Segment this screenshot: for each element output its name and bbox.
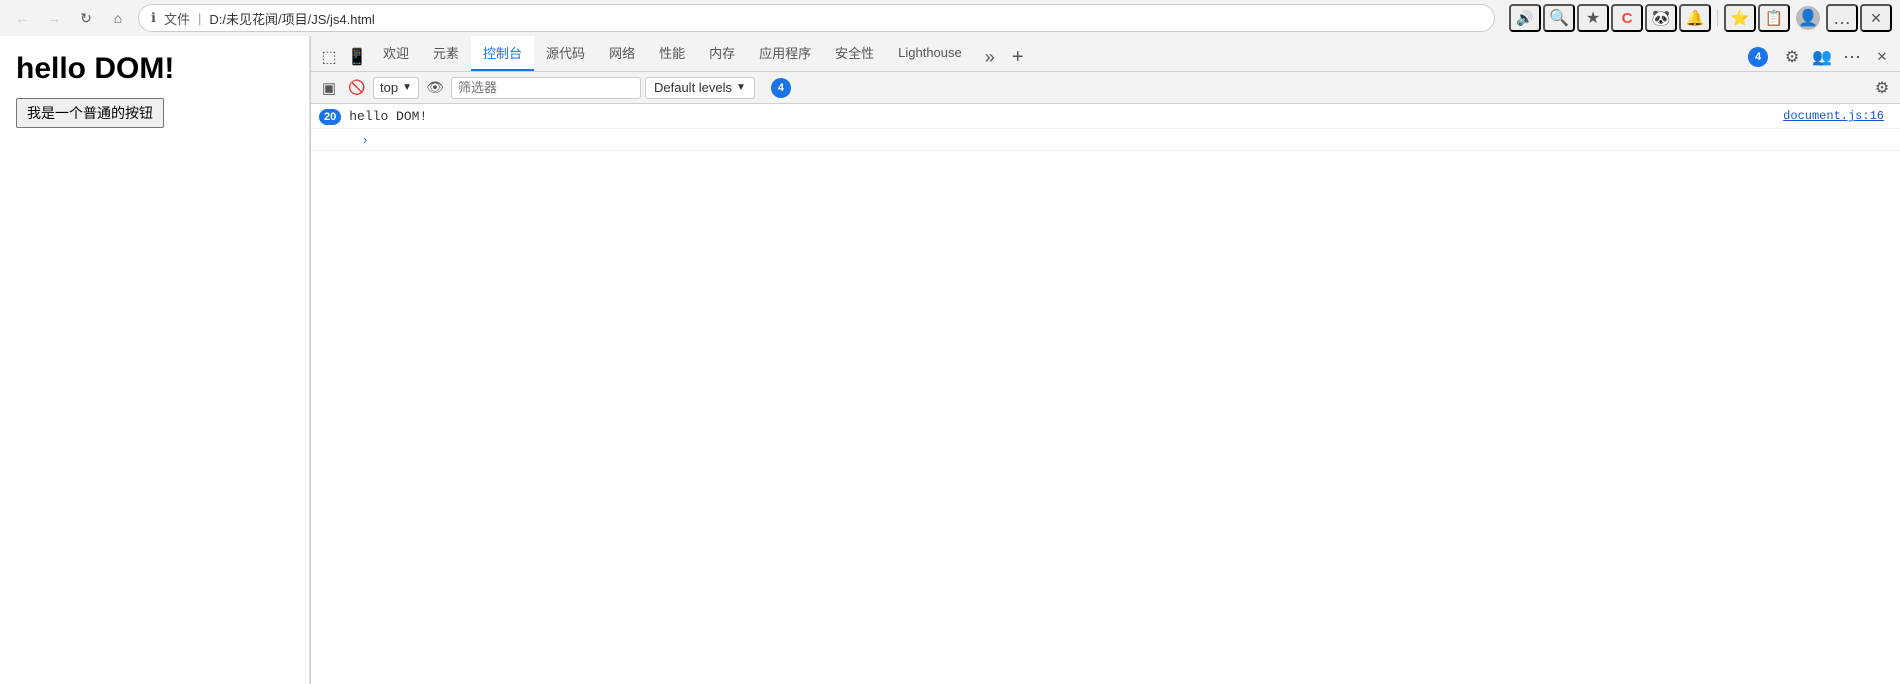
- tab-performance[interactable]: 性能: [647, 36, 697, 71]
- default-levels-button[interactable]: Default levels ▼: [645, 77, 755, 99]
- tab-welcome[interactable]: 欢迎: [371, 36, 421, 71]
- tab-memory[interactable]: 内存: [697, 36, 747, 71]
- default-levels-arrow: ▼: [736, 82, 746, 93]
- device-emulation-button[interactable]: 📱: [343, 43, 371, 71]
- title-bar-actions: 🔊 🔍 ★ C 🐼 🔔 ⭐ 📋 👤 … ✕: [1509, 4, 1892, 32]
- console-eye-button[interactable]: 👁: [423, 76, 447, 100]
- console-settings-button[interactable]: ⚙: [1870, 76, 1894, 100]
- close-button[interactable]: ✕: [1860, 4, 1892, 32]
- top-frame-arrow: ▼: [402, 82, 412, 93]
- log-count-badge: 20: [319, 109, 341, 125]
- page-content: hello DOM! 我是一个普通的按钮: [0, 36, 310, 684]
- collections-button[interactable]: 📋: [1758, 4, 1790, 32]
- reload-button[interactable]: ↻: [72, 4, 100, 32]
- profile-avatar[interactable]: 👤: [1792, 4, 1824, 32]
- tab-security[interactable]: 安全性: [823, 36, 886, 71]
- console-output: 20 hello DOM! document.js:16 ›: [311, 104, 1900, 684]
- page-heading: hello DOM!: [16, 52, 293, 86]
- log-entry: 20 hello DOM! document.js:16: [311, 104, 1900, 129]
- devtools-tabs: ⬚ 📱 欢迎 元素 控制台 源代码 网络 性能: [311, 36, 1900, 72]
- default-levels-label: Default levels: [654, 80, 732, 95]
- title-bar: ← → ↻ ⌂ ℹ 文件 | D:/未见花闻/项目/JS/js4.html 🔊 …: [0, 0, 1900, 36]
- log-chevron-row: ›: [311, 129, 1900, 151]
- console-filter-input[interactable]: [451, 77, 641, 99]
- issues-badge-button[interactable]: 4: [1740, 45, 1776, 69]
- file-label: 文件: [164, 9, 190, 28]
- favorites-bar-button[interactable]: ⭐: [1724, 4, 1756, 32]
- tab-elements[interactable]: 元素: [421, 36, 471, 71]
- console-issues-button[interactable]: 4: [763, 76, 799, 100]
- tab-lighthouse[interactable]: Lighthouse: [886, 36, 974, 71]
- issues-badge: 4: [1748, 47, 1768, 67]
- avatar: 👤: [1796, 6, 1820, 30]
- clear-console-button[interactable]: 🚫: [345, 76, 369, 100]
- add-tab-button[interactable]: +: [1004, 43, 1032, 71]
- console-toolbar: ▣ 🚫 top ▼ 👁 Default levels ▼ 4 ⚙: [311, 72, 1900, 104]
- log-text: hello DOM!: [349, 107, 1783, 124]
- devtools-people-button[interactable]: 👥: [1808, 43, 1836, 71]
- brand-c-button[interactable]: C: [1611, 4, 1643, 32]
- divider: [1717, 9, 1718, 27]
- nav-buttons: ← → ↻ ⌂: [8, 4, 132, 32]
- console-badge: 4: [771, 78, 791, 98]
- search-button[interactable]: 🔍: [1543, 4, 1575, 32]
- address-url: D:/未见花闻/项目/JS/js4.html: [209, 9, 1482, 28]
- address-bar[interactable]: ℹ 文件 | D:/未见花闻/项目/JS/js4.html: [138, 4, 1495, 32]
- page-button[interactable]: 我是一个普通的按钮: [16, 98, 164, 128]
- back-button[interactable]: ←: [8, 4, 36, 32]
- main-layout: hello DOM! 我是一个普通的按钮 ⬚ 📱 欢迎 元素 控制台: [0, 36, 1900, 684]
- address-separator: |: [198, 11, 201, 26]
- home-button[interactable]: ⌂: [104, 4, 132, 32]
- devtools-panel: ⬚ 📱 欢迎 元素 控制台 源代码 网络 性能: [310, 36, 1900, 684]
- inspect-button[interactable]: ⬚: [315, 43, 343, 71]
- tab-sources[interactable]: 源代码: [534, 36, 597, 71]
- top-frame-selector[interactable]: top ▼: [373, 77, 419, 99]
- info-icon: ℹ: [151, 10, 156, 26]
- expand-chevron[interactable]: ›: [363, 132, 367, 147]
- log-source-link[interactable]: document.js:16: [1783, 107, 1892, 123]
- read-aloud-button[interactable]: 🔊: [1509, 4, 1541, 32]
- forward-button[interactable]: →: [40, 4, 68, 32]
- console-sidebar-button[interactable]: ▣: [317, 76, 341, 100]
- tab-console[interactable]: 控制台: [471, 36, 534, 71]
- tab-network[interactable]: 网络: [597, 36, 647, 71]
- bell-extension-button[interactable]: 🔔: [1679, 4, 1711, 32]
- devtools-settings-button[interactable]: ⚙: [1778, 43, 1806, 71]
- devtools-more-button[interactable]: ⋯: [1838, 43, 1866, 71]
- favorites-star-button[interactable]: ★: [1577, 4, 1609, 32]
- tab-application[interactable]: 应用程序: [747, 36, 823, 71]
- more-button[interactable]: …: [1826, 4, 1858, 32]
- devtools-tab-right-actions: 4 ⚙ 👥 ⋯ ✕: [1740, 43, 1896, 71]
- devtools-close-button[interactable]: ✕: [1868, 43, 1896, 71]
- more-tabs-button[interactable]: »: [976, 43, 1004, 71]
- top-frame-label: top: [380, 80, 398, 95]
- panda-extension-button[interactable]: 🐼: [1645, 4, 1677, 32]
